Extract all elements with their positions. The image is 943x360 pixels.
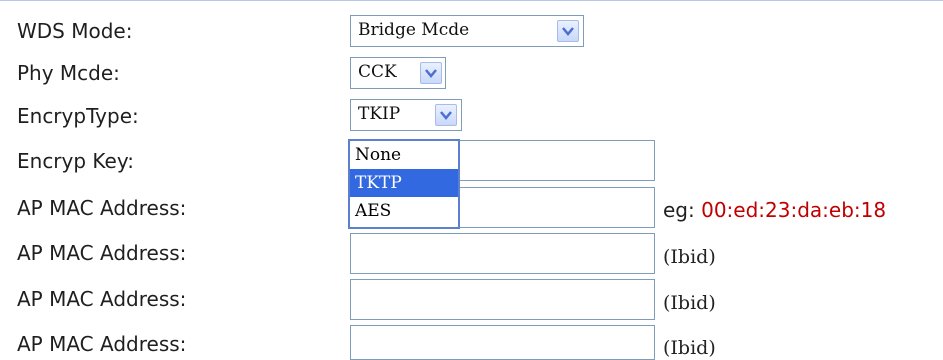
encryp-type-option-none[interactable]: None [350, 141, 458, 169]
encryp-type-dropdown-list: None TKTP AES [348, 139, 460, 229]
chevron-down-icon[interactable] [435, 104, 457, 126]
ap-mac-address-label: AP MAC Address: [17, 332, 187, 356]
example-prefix: eg: [663, 198, 695, 222]
phy-mode-label: Phy Mcde: [17, 61, 120, 85]
chevron-down-icon[interactable] [557, 20, 579, 42]
example-mac-value: 00:ed:23:da:eb:18 [701, 198, 887, 222]
phy-mode-value: CCK [358, 62, 397, 82]
encryp-type-option-aes[interactable]: AES [350, 197, 458, 225]
encryp-type-label: EncrypType: [17, 104, 139, 128]
ap-mac-address-label: AP MAC Address: [17, 196, 187, 220]
wds-mode-select[interactable]: Bridge Mcde [350, 15, 584, 47]
ap-mac-address-label: AP MAC Address: [17, 241, 187, 265]
ap-mac-address-input-3[interactable] [350, 279, 655, 320]
ap-mac-address-label: AP MAC Address: [17, 287, 187, 311]
ap-mac-ibid-hint: (Ibid) [663, 246, 716, 268]
top-divider [0, 0, 943, 1]
wds-mode-value: Bridge Mcde [358, 20, 470, 40]
chevron-down-icon[interactable] [420, 62, 442, 84]
encryp-type-value: TKIP [358, 104, 401, 124]
encryp-type-select[interactable]: TKIP [350, 99, 462, 131]
wds-mode-label: WDS Mode: [17, 19, 133, 43]
phy-mode-select[interactable]: CCK [350, 57, 446, 89]
encryp-type-option-tktp[interactable]: TKTP [350, 169, 458, 197]
ap-mac-address-input-2[interactable] [350, 233, 655, 274]
ap-mac-example-hint: eg: 00:ed:23:da:eb:18 [663, 198, 886, 222]
encryp-key-label: Encryp Key: [17, 149, 134, 173]
ap-mac-ibid-hint: (Ibid) [663, 337, 716, 359]
ap-mac-address-input-4[interactable] [350, 325, 655, 360]
ap-mac-ibid-hint: (Ibid) [663, 292, 716, 314]
